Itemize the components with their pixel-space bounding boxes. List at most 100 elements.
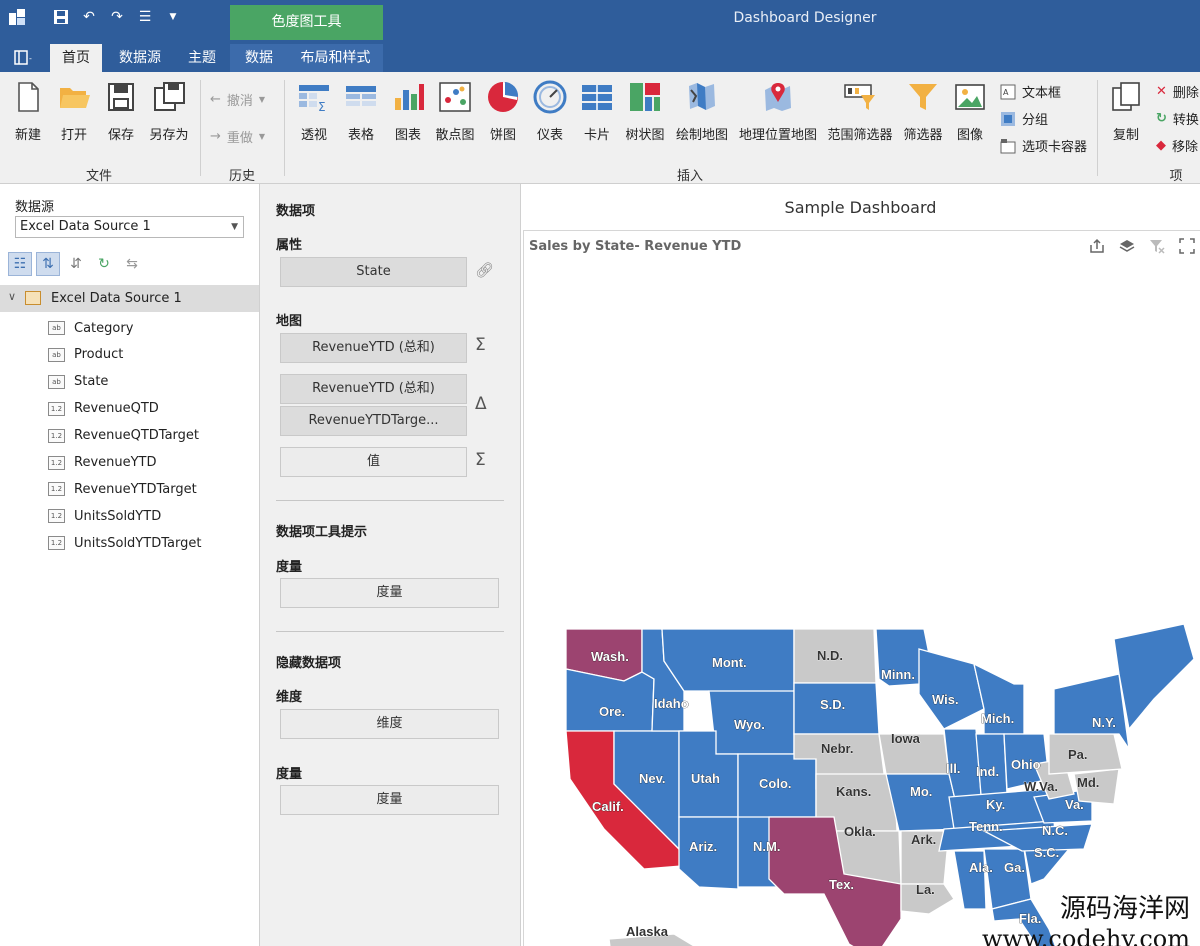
watermark-line2: www.codehy.com <box>982 925 1190 946</box>
insert-filter-button[interactable]: 筛选器 <box>897 80 949 143</box>
insert-group-button[interactable]: 分组 <box>1000 109 1048 128</box>
hidden-dimension-placeholder[interactable]: 维度 <box>280 709 499 739</box>
insert-range-filter-button[interactable]: 范围筛选器 <box>825 80 895 143</box>
field-item[interactable]: 1.2 RevenueQTD <box>48 399 159 419</box>
sort-icon[interactable]: ⇵ <box>64 252 88 276</box>
map-add-value-item[interactable]: 值 <box>280 447 467 477</box>
field-item[interactable]: ab Category <box>48 318 133 338</box>
duplicate-label: 复制 <box>1112 128 1139 143</box>
insert-choropleth-map-button[interactable]: 绘制地图 <box>672 80 732 143</box>
field-item[interactable]: 1.2 UnitsSoldYTDTarget <box>48 533 201 553</box>
insert-treemap-label: 树状图 <box>625 128 665 143</box>
attribute-state-item[interactable]: State <box>280 257 467 287</box>
save-as-button[interactable]: 另存为 <box>143 80 195 143</box>
duplicate-button[interactable]: 复制 <box>1100 80 1152 143</box>
hidden-items-title: 隐藏数据项 <box>276 656 342 671</box>
field-item[interactable]: 1.2 RevenueYTDTarget <box>48 479 197 499</box>
delete-item-button[interactable]: ✕ 删除 <box>1156 82 1199 101</box>
datasource-panel: 数据源 Excel Data Source 1 ▼ ☷ ⇅ ⇵ ↻ ⇆ ∨ Ex… <box>0 184 260 946</box>
sigma-icon[interactable]: Σ <box>475 335 486 355</box>
save-icon[interactable] <box>52 8 70 26</box>
field-item[interactable]: ab Product <box>48 345 123 365</box>
redo-label: 重做 <box>226 131 253 146</box>
field-item[interactable]: ab State <box>48 372 108 392</box>
numeric-field-icon: 1.2 <box>48 428 65 443</box>
field-item[interactable]: 1.2 RevenueQTDTarget <box>48 426 199 446</box>
state-label: Tenn. <box>969 819 1003 834</box>
insert-grid-button[interactable]: 表格 <box>335 80 387 143</box>
insert-pivot-button[interactable]: Σ 透视 <box>288 80 340 143</box>
new-button[interactable]: 新建 <box>2 80 54 143</box>
tab-data[interactable]: 数据 <box>230 44 288 72</box>
dropdown-icon[interactable]: ▼ <box>164 8 182 26</box>
insert-pie-button[interactable]: 饼图 <box>477 80 529 143</box>
undo-icon: ← <box>210 92 221 107</box>
delete-icon: ✕ <box>1156 84 1167 99</box>
card-icon <box>582 85 612 110</box>
insert-tab-container-button[interactable]: 选项卡容器 <box>1000 136 1087 155</box>
group-by-type-icon[interactable]: ☷ <box>8 252 32 276</box>
insert-card-button[interactable]: 卡片 <box>571 80 623 143</box>
state-region[interactable] <box>565 668 655 732</box>
group-separator <box>1097 80 1098 176</box>
state-label: S.D. <box>820 697 845 712</box>
open-button[interactable]: 打开 <box>48 80 100 143</box>
map-delta-target-item[interactable]: RevenueYTDTarge... <box>280 406 467 436</box>
insert-chart-button[interactable]: 图表 <box>382 80 434 143</box>
dashboard-title[interactable]: Sample Dashboard <box>521 198 1200 217</box>
tooltip-measure-placeholder[interactable]: 度量 <box>280 578 499 608</box>
tab-theme[interactable]: 主题 <box>178 44 226 72</box>
field-item[interactable]: 1.2 UnitsSoldYTD <box>48 506 161 526</box>
group-label-history: 历史 <box>228 169 255 184</box>
app-icon[interactable] <box>8 8 26 26</box>
insert-gauge-button[interactable]: 仪表 <box>524 80 576 143</box>
chevron-down-icon: ▼ <box>231 222 238 232</box>
choropleth-map-item[interactable]: Sales by State- Revenue YTD Wash. Ore. Cal… <box>523 230 1200 946</box>
hidden-measure-placeholder[interactable]: 度量 <box>280 785 499 815</box>
insert-geopoint-map-button[interactable]: 地理位置地图 <box>737 80 819 143</box>
swap-icon[interactable]: ⇆ <box>120 252 144 276</box>
datasource-select[interactable]: Excel Data Source 1 ▼ <box>15 216 244 238</box>
state-region[interactable] <box>1113 623 1195 731</box>
file-menu-button[interactable]: - <box>6 44 42 72</box>
map-delta-actual-item[interactable]: RevenueYTD (总和) <box>280 374 467 404</box>
field-item-label: RevenueYTD <box>74 455 157 470</box>
undo-icon[interactable]: ↶ <box>80 8 98 26</box>
group-separator <box>200 80 201 176</box>
save-button[interactable]: 保存 <box>95 80 147 143</box>
delta-icon[interactable]: Δ <box>475 394 487 414</box>
undo-button[interactable]: ← 撤消 ▼ <box>210 90 265 109</box>
refresh-icon[interactable]: ↻ <box>92 252 116 276</box>
table-icon <box>346 86 376 106</box>
context-tab-group-header: 色度图工具 <box>230 5 383 40</box>
data-items-title: 数据项 <box>276 204 316 219</box>
bar-chart-icon <box>395 84 424 110</box>
numeric-field-icon: 1.2 <box>48 536 65 551</box>
state-label: Iowa <box>891 731 921 746</box>
redo-button[interactable]: → 重做 ▼ <box>210 127 265 146</box>
tab-home[interactable]: 首页 <box>50 44 102 72</box>
customize-icon[interactable]: ☰ <box>136 8 154 26</box>
chevron-down-icon[interactable]: ∨ <box>8 290 16 303</box>
insert-scatter-button[interactable]: 散点图 <box>429 80 481 143</box>
us-choropleth-map[interactable]: Wash. Ore. Calif. Nev. Idaho Mont. Wyo. Utah Col… <box>524 231 1200 946</box>
state-label: Tex. <box>829 877 854 892</box>
insert-textbox-button[interactable]: A 文本框 <box>1000 82 1061 101</box>
sort-ascending-icon[interactable]: ⇅ <box>36 252 60 276</box>
datasource-tree-root[interactable]: ∨ Excel Data Source 1 <box>0 285 259 312</box>
redo-icon[interactable]: ↷ <box>108 8 126 26</box>
state-region[interactable] <box>918 648 985 730</box>
new-button-label: 新建 <box>14 128 41 143</box>
link-icon[interactable]: 🔗︎ <box>475 261 494 279</box>
numeric-field-icon: 1.2 <box>48 509 65 524</box>
map-value-item[interactable]: RevenueYTD (总和) <box>280 333 467 363</box>
tab-datasource[interactable]: 数据源 <box>110 44 170 72</box>
convert-item-button[interactable]: ↻ 转换 <box>1156 109 1199 128</box>
remove-item-button[interactable]: ◆ 移除 <box>1156 136 1198 155</box>
insert-image-button[interactable]: 图像 <box>944 80 996 143</box>
insert-treemap-button[interactable]: 树状图 <box>619 80 671 143</box>
sigma-icon[interactable]: Σ <box>475 450 486 470</box>
tooltip-measure-label: 度量 <box>276 560 303 575</box>
field-item[interactable]: 1.2 RevenueYTD <box>48 453 157 473</box>
tab-layout-style[interactable]: 布局和样式 <box>288 44 383 72</box>
